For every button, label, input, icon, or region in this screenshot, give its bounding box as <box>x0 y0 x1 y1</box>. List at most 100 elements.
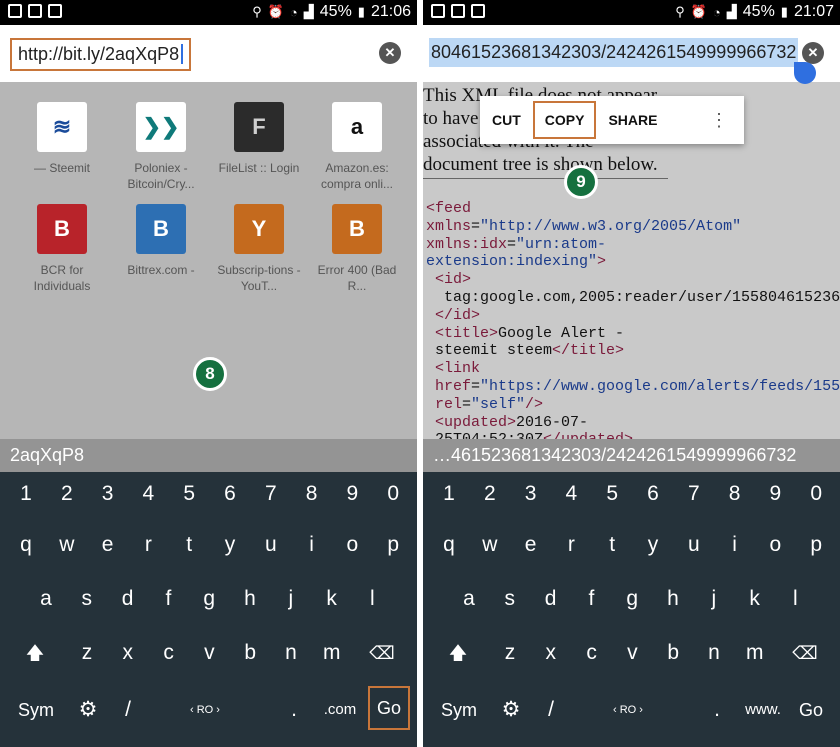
key-q[interactable]: q <box>8 527 44 563</box>
key-s[interactable]: s <box>69 581 105 617</box>
key-2[interactable]: 2 <box>49 476 85 512</box>
key-7[interactable]: 7 <box>253 476 289 512</box>
selection-handle[interactable] <box>794 62 816 84</box>
key-z[interactable]: z <box>492 635 528 671</box>
speed-dial-tile[interactable]: B Bittrex.com - <box>114 204 208 278</box>
key-d[interactable]: d <box>110 581 146 617</box>
key-g[interactable]: g <box>614 581 650 617</box>
key-c[interactable]: c <box>151 635 187 671</box>
key-b[interactable]: b <box>232 635 268 671</box>
speed-dial-tile[interactable]: ≋ — Steemit <box>15 102 109 176</box>
key-k[interactable]: k <box>737 581 773 617</box>
key-c[interactable]: c <box>574 635 610 671</box>
key-4[interactable]: 4 <box>553 476 589 512</box>
backspace-key[interactable]: ⌫ <box>364 635 400 671</box>
key-t[interactable]: t <box>594 527 630 563</box>
address-bar[interactable]: http://bit.ly/2aqXqP8 ✕ <box>0 25 417 82</box>
shift-key[interactable]: 🡅 <box>440 635 476 671</box>
key-p[interactable]: p <box>375 527 411 563</box>
key-a[interactable]: a <box>451 581 487 617</box>
language-switch-key[interactable]: ‹ RO › <box>175 692 235 728</box>
key-o[interactable]: o <box>757 527 793 563</box>
speed-dial-tile[interactable]: Y Subscrip-tions - YouT... <box>212 204 306 294</box>
go-key[interactable]: Go <box>793 692 829 728</box>
speed-dial-tile[interactable]: ❯❯ Poloniex - Bitcoin/Cry... <box>114 102 208 192</box>
key-6[interactable]: 6 <box>635 476 671 512</box>
key-p[interactable]: p <box>798 527 834 563</box>
key-m[interactable]: m <box>314 635 350 671</box>
slash-key[interactable]: / <box>533 692 569 728</box>
key-j[interactable]: j <box>696 581 732 617</box>
url-input[interactable]: http://bit.ly/2aqXqP8 <box>10 38 192 71</box>
sym-key[interactable]: Sym <box>437 692 481 728</box>
key-4[interactable]: 4 <box>130 476 166 512</box>
key-l[interactable]: l <box>354 581 390 617</box>
language-switch-key[interactable]: ‹ RO › <box>598 692 658 728</box>
key-i[interactable]: i <box>717 527 753 563</box>
url-input[interactable]: 80461523681342303/2424261549999966732 <box>429 38 799 67</box>
key-o[interactable]: o <box>334 527 370 563</box>
key-v[interactable]: v <box>614 635 650 671</box>
key-a[interactable]: a <box>28 581 64 617</box>
key-8[interactable]: 8 <box>717 476 753 512</box>
key-q[interactable]: q <box>431 527 467 563</box>
domain-key[interactable]: www. <box>741 692 785 728</box>
address-bar[interactable]: 80461523681342303/2424261549999966732 ✕ <box>423 25 840 82</box>
go-key[interactable]: Go <box>368 686 410 730</box>
clear-url-button[interactable]: ✕ <box>379 42 401 64</box>
key-7[interactable]: 7 <box>676 476 712 512</box>
key-u[interactable]: u <box>253 527 289 563</box>
speed-dial-tile[interactable]: B Error 400 (Bad R... <box>310 204 404 294</box>
suggestion-strip[interactable]: …461523681342303/2424261549999966732 <box>423 439 840 472</box>
key-n[interactable]: n <box>696 635 732 671</box>
key-x[interactable]: x <box>110 635 146 671</box>
speed-dial-tile[interactable]: F FileList :: Login <box>212 102 306 176</box>
period-key[interactable]: . <box>699 692 735 728</box>
key-r[interactable]: r <box>130 527 166 563</box>
key-l[interactable]: l <box>777 581 813 617</box>
key-j[interactable]: j <box>273 581 309 617</box>
key-g[interactable]: g <box>191 581 227 617</box>
more-options-icon[interactable]: ⋮ <box>710 110 728 131</box>
key-f[interactable]: f <box>150 581 186 617</box>
key-u[interactable]: u <box>676 527 712 563</box>
key-5[interactable]: 5 <box>171 476 207 512</box>
speed-dial-tile[interactable]: a Amazon.es: compra onli... <box>310 102 404 192</box>
key-v[interactable]: v <box>191 635 227 671</box>
key-s[interactable]: s <box>492 581 528 617</box>
speed-dial-tile[interactable]: B BCR for Individuals <box>15 204 109 294</box>
clear-url-button[interactable]: ✕ <box>802 42 824 64</box>
key-n[interactable]: n <box>273 635 309 671</box>
key-d[interactable]: d <box>533 581 569 617</box>
settings-icon[interactable]: ⚙ <box>70 692 106 728</box>
key-9[interactable]: 9 <box>334 476 370 512</box>
key-w[interactable]: w <box>472 527 508 563</box>
key-1[interactable]: 1 <box>431 476 467 512</box>
key-y[interactable]: y <box>635 527 671 563</box>
key-e[interactable]: e <box>513 527 549 563</box>
copy-button[interactable]: COPY <box>532 101 597 139</box>
slash-key[interactable]: / <box>110 692 146 728</box>
key-w[interactable]: w <box>49 527 85 563</box>
key-m[interactable]: m <box>737 635 773 671</box>
key-r[interactable]: r <box>553 527 589 563</box>
shift-key[interactable]: 🡅 <box>17 635 53 671</box>
period-key[interactable]: . <box>276 692 312 728</box>
key-h[interactable]: h <box>655 581 691 617</box>
key-t[interactable]: t <box>171 527 207 563</box>
domain-key[interactable]: .com <box>318 692 362 728</box>
backspace-key[interactable]: ⌫ <box>787 635 823 671</box>
key-h[interactable]: h <box>232 581 268 617</box>
key-9[interactable]: 9 <box>757 476 793 512</box>
key-0[interactable]: 0 <box>375 476 411 512</box>
key-2[interactable]: 2 <box>472 476 508 512</box>
key-y[interactable]: y <box>212 527 248 563</box>
key-6[interactable]: 6 <box>212 476 248 512</box>
settings-icon[interactable]: ⚙ <box>493 692 529 728</box>
key-0[interactable]: 0 <box>798 476 834 512</box>
key-k[interactable]: k <box>314 581 350 617</box>
key-x[interactable]: x <box>533 635 569 671</box>
key-8[interactable]: 8 <box>294 476 330 512</box>
key-i[interactable]: i <box>294 527 330 563</box>
key-3[interactable]: 3 <box>90 476 126 512</box>
